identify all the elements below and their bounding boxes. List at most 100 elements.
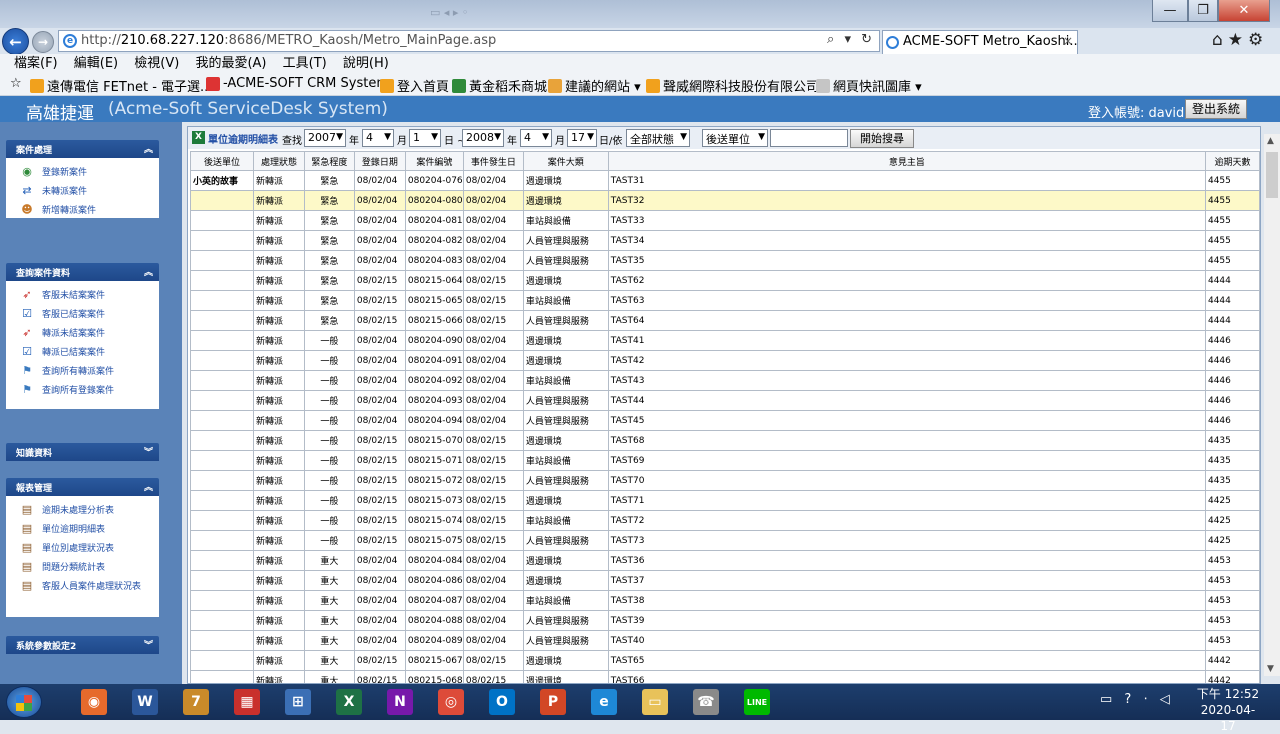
logout-button[interactable]: 登出系統	[1185, 99, 1247, 119]
menu-file[interactable]: 檔案(F)	[14, 54, 58, 73]
search-input[interactable]	[770, 129, 848, 147]
col-header[interactable]: 事件發生日	[462, 151, 524, 171]
red-grid-app-icon[interactable]: ▦	[225, 687, 269, 717]
expand-icon[interactable]: ︾	[144, 445, 153, 458]
back-arrow-icon[interactable]: ←	[2, 28, 29, 55]
table-row[interactable]: 新轉派 一般 08/02/15 080215-075 08/02/15 人員管理與服務 TA…	[190, 530, 1260, 551]
forward-arrow-icon[interactable]: →	[32, 31, 54, 53]
table-row[interactable]: 新轉派 重大 08/02/04 080204-086 08/02/04 週邊環境 TAST3…	[190, 570, 1260, 591]
col-header[interactable]: 緊急程度	[303, 151, 355, 171]
scroll-thumb[interactable]	[1266, 152, 1278, 198]
year-start-select[interactable]: 2007	[304, 129, 346, 147]
col-header[interactable]: 案件大類	[522, 151, 609, 171]
excel-app-icon[interactable]: X	[327, 687, 371, 717]
day-end-select[interactable]: 17	[567, 129, 597, 147]
favorite-item[interactable]: 建議的網站 ▾	[548, 76, 641, 95]
address-tools-icon[interactable]: ⌕ ▾ ↻	[827, 32, 875, 47]
table-row[interactable]: 新轉派 緊急 08/02/15 080215-066 08/02/15 人員管理與服務 TA…	[190, 310, 1260, 331]
tab-close-icon[interactable]: ×	[1063, 34, 1073, 48]
favorite-item[interactable]: -ACME-SOFT CRM System	[206, 76, 389, 91]
sidebar-item-new-case[interactable]: ◉ 登錄新案件	[6, 162, 159, 181]
chrome-app-icon[interactable]: ◎	[429, 687, 473, 717]
sidebar-item-report-category[interactable]: ▤ 問題分類統計表	[6, 557, 159, 576]
sidebar-item-open-cs[interactable]: ➶ 客服未結案案件	[6, 285, 159, 304]
minimize-button[interactable]: —	[1152, 0, 1188, 22]
sidebar-item-add-assign[interactable]: ☻ 新增轉派案件	[6, 200, 159, 219]
fax-app-icon[interactable]: ☎	[684, 687, 728, 717]
col-header[interactable]: 處理狀態	[252, 151, 305, 171]
favorite-item[interactable]: 登入首頁	[380, 76, 449, 95]
col-header[interactable]: 意見主旨	[607, 151, 1206, 171]
maximize-button[interactable]: ❐	[1188, 0, 1218, 22]
table-row[interactable]: 新轉派 重大 08/02/15 080215-067 08/02/15 週邊環境 TAST6…	[190, 650, 1260, 671]
vertical-scrollbar[interactable]: ▲ ▼	[1264, 134, 1280, 676]
network-app-icon[interactable]: ⊞	[276, 687, 320, 717]
close-window-button[interactable]: ✕	[1218, 0, 1270, 22]
line-app-icon[interactable]: LINE	[735, 687, 779, 717]
status-select[interactable]: 全部狀態	[626, 129, 690, 147]
sidebar-item-all-cases[interactable]: ⚑ 查詢所有登錄案件	[6, 380, 159, 399]
onenote-app-icon[interactable]: N	[378, 687, 422, 717]
start-search-button[interactable]: 開始搜尋	[850, 129, 914, 148]
panel-header[interactable]: 查詢案件資料 ︽	[6, 263, 159, 281]
favorites-star-icon[interactable]: ☆	[10, 76, 22, 91]
ie-app-icon[interactable]: e	[582, 687, 626, 717]
table-row[interactable]: 新轉派 緊急 08/02/04 080204-081 08/02/04 車站與設備 TAST…	[190, 210, 1260, 231]
sidebar-item-closed-cs[interactable]: ☑ 客服已結案案件	[6, 304, 159, 323]
table-row[interactable]: 新轉派 緊急 08/02/04 080204-083 08/02/04 人員管理與服務 TA…	[190, 250, 1260, 271]
table-row[interactable]: 新轉派 緊急 08/02/15 080215-065 08/02/15 車站與設備 TAST…	[190, 290, 1260, 311]
scroll-down-icon[interactable]: ▼	[1267, 664, 1274, 674]
panel-header[interactable]: 系統參數設定2 ︾	[6, 636, 159, 654]
table-row[interactable]: 新轉派 重大 08/02/04 080204-089 08/02/04 人員管理與服務 TA…	[190, 630, 1260, 651]
favorite-item[interactable]: 網頁快訊圖庫 ▾	[816, 76, 922, 95]
year-end-select[interactable]: 2008	[462, 129, 504, 147]
sidebar-item-report-unit[interactable]: ▤ 單位逾期明細表	[6, 519, 159, 538]
panel-header[interactable]: 知識資料 ︾	[6, 443, 159, 461]
sidebar-item-all-assign[interactable]: ⚑ 查詢所有轉派案件	[6, 361, 159, 380]
month-start-select[interactable]: 4	[362, 129, 394, 147]
table-row[interactable]: 新轉派 一般 08/02/15 080215-072 08/02/15 人員管理與服務 TA…	[190, 470, 1260, 491]
col-header[interactable]: 逾期天數	[1204, 151, 1260, 171]
word-app-icon[interactable]: W	[123, 687, 167, 717]
table-row[interactable]: 新轉派 重大 08/02/04 080204-088 08/02/04 人員管理與服務 TA…	[190, 610, 1260, 631]
start-button[interactable]	[6, 686, 42, 718]
excel-export-icon[interactable]: X	[192, 131, 205, 144]
table-row[interactable]: 新轉派 一般 08/02/04 080204-094 08/02/04 人員管理與服務 TA…	[190, 410, 1260, 431]
system-tray-icon[interactable]: ▭ ? ⋅ ◁	[1100, 692, 1174, 707]
month-end-select[interactable]: 4	[520, 129, 552, 147]
report-link[interactable]: 單位逾期明細表	[208, 131, 278, 146]
sidebar-item-report-status[interactable]: ▤ 單位別處理狀況表	[6, 538, 159, 557]
scroll-up-icon[interactable]: ▲	[1267, 136, 1274, 146]
address-bar[interactable]: e http://210.68.227.120:8686/METRO_Kaosh…	[58, 30, 880, 52]
sidebar-item-report-overdue[interactable]: ▤ 逾期未處理分析表	[6, 500, 159, 519]
table-row[interactable]: 新轉派 一般 08/02/04 080204-092 08/02/04 車站與設備 TAST…	[190, 370, 1260, 391]
col-header[interactable]: 案件編號	[404, 151, 464, 171]
menu-help[interactable]: 說明(H)	[343, 54, 389, 73]
day-start-select[interactable]: 1	[409, 129, 441, 147]
table-row[interactable]: 新轉派 一般 08/02/04 080204-093 08/02/04 人員管理與服務 TA…	[190, 390, 1260, 411]
table-row[interactable]: 新轉派 重大 08/02/15 080215-068 08/02/15 週邊環境 TAST6…	[190, 670, 1260, 683]
table-row[interactable]: 新轉派 緊急 08/02/04 080204-082 08/02/04 人員管理與服務 TA…	[190, 230, 1260, 251]
firefox-like-app-icon[interactable]: ◉	[72, 687, 116, 717]
outlook-app-icon[interactable]: O	[480, 687, 524, 717]
panel-header[interactable]: 案件處理 ︽	[6, 140, 159, 158]
browser-tab[interactable]: ACME-SOFT Metro_Kaoshi... ×	[882, 30, 1078, 54]
table-row[interactable]: 新轉派 緊急 08/02/04 080204-080 08/02/04 週邊環境 TAST3…	[190, 190, 1260, 211]
collapse-icon[interactable]: ︽	[144, 480, 153, 493]
table-row[interactable]: 新轉派 一般 08/02/04 080204-091 08/02/04 週邊環境 TAST4…	[190, 350, 1260, 371]
expand-icon[interactable]: ︾	[144, 638, 153, 651]
table-row[interactable]: 小英的故事 新轉派 緊急 08/02/04 080204-076 08/02/04 週邊環境…	[190, 170, 1260, 191]
clock[interactable]: 下午 12:52 2020-04-17	[1196, 686, 1260, 734]
explorer-app-icon[interactable]: ▭	[633, 687, 677, 717]
sidebar-item-open-assign[interactable]: ➶ 轉派未結案案件	[6, 323, 159, 342]
table-row[interactable]: 新轉派 重大 08/02/04 080204-087 08/02/04 車站與設備 TAST…	[190, 590, 1260, 611]
table-row[interactable]: 新轉派 一般 08/02/15 080215-071 08/02/15 車站與設備 TAST…	[190, 450, 1260, 471]
table-row[interactable]: 新轉派 一般 08/02/04 080204-090 08/02/04 週邊環境 TAST4…	[190, 330, 1260, 351]
col-header[interactable]: 登錄日期	[353, 151, 406, 171]
panel-header[interactable]: 報表管理 ︽	[6, 478, 159, 496]
sidebar-item-closed-assign[interactable]: ☑ 轉派已結案案件	[6, 342, 159, 361]
menu-favorites[interactable]: 我的最愛(A)	[195, 54, 266, 73]
sidebar-item-report-staff[interactable]: ▤ 客服人員案件處理狀況表	[6, 576, 159, 595]
powerpoint-app-icon[interactable]: P	[531, 687, 575, 717]
favorite-item[interactable]: 黃金稻禾商城	[452, 76, 547, 95]
